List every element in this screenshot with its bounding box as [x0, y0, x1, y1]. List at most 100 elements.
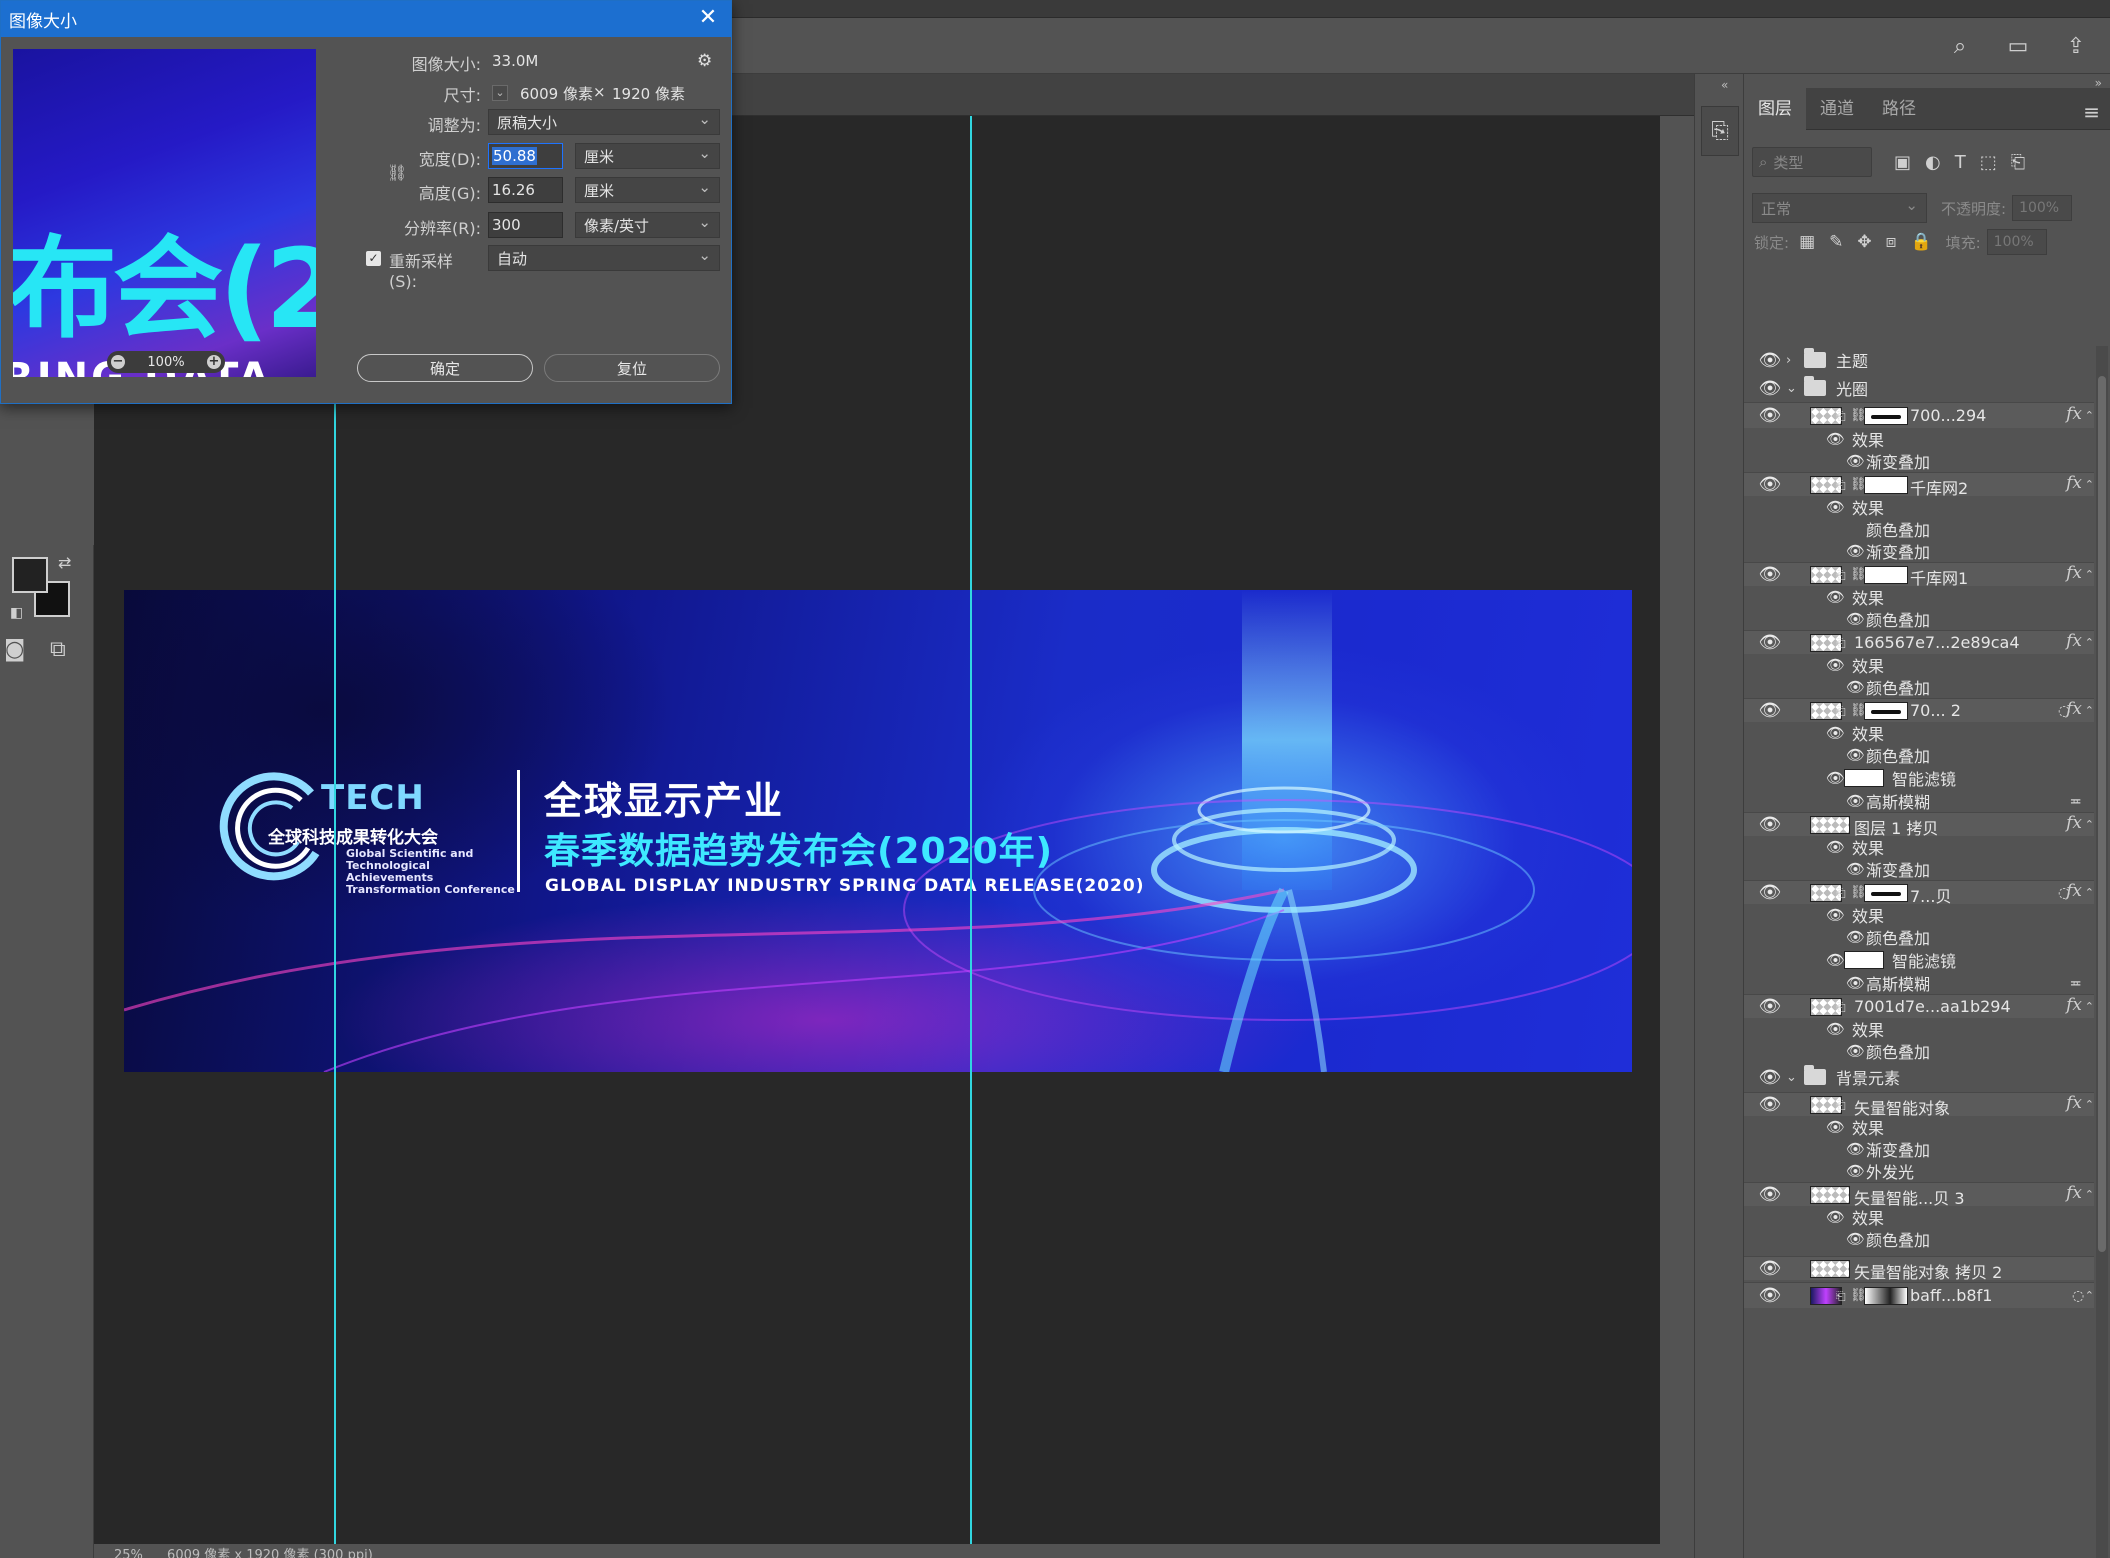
smart-filters-row[interactable]: 👁 智能滤镜	[1744, 766, 2094, 790]
visibility-eye-icon[interactable]: 👁	[1826, 1020, 1845, 1038]
image-filter-icon[interactable]: ▣	[1894, 152, 1911, 173]
swap-colors-icon[interactable]: ⇄	[58, 553, 71, 572]
tab-layers[interactable]: 图层	[1744, 87, 1806, 130]
fx-icon[interactable]: fx	[2066, 813, 2082, 833]
image-preview[interactable]: 布会(2 RING DATA	[13, 49, 316, 377]
collapse-caret-icon[interactable]: ⌃	[2085, 886, 2094, 899]
visibility-eye-icon[interactable]: 👁	[1846, 928, 1865, 946]
status-doc-info[interactable]: 6009 像素 x 1920 像素 (300 ppi)	[167, 1548, 373, 1558]
gear-icon[interactable]: ⚙	[697, 51, 712, 71]
effects-row[interactable]: 👁 效果	[1744, 1116, 2094, 1138]
collapse-chevron-icon[interactable]: ⌄	[1786, 1070, 1797, 1085]
lock-artboard-icon[interactable]: ⧈	[1886, 232, 1897, 252]
share-icon[interactable]: ⇪	[2062, 32, 2090, 60]
expand-chevron-icon[interactable]: ›	[1786, 353, 1791, 368]
quick-mask-icon[interactable]: ◙	[4, 637, 25, 662]
effects-row[interactable]: 👁 效果	[1744, 904, 2094, 926]
layer-list-scrollbar[interactable]	[2096, 346, 2108, 1558]
effect-item[interactable]: 👁 渐变叠加	[1744, 858, 2094, 880]
fx-icon[interactable]: fx	[2066, 881, 2082, 901]
visibility-eye-icon[interactable]: 👁	[1846, 860, 1865, 878]
layer-mask-thumbnail[interactable]	[1864, 407, 1908, 425]
foreground-color[interactable]	[12, 557, 48, 593]
filter-mask-thumbnail[interactable]	[1844, 769, 1884, 787]
layer-group-background[interactable]: 👁 ⌄ 背景元素	[1744, 1062, 2094, 1092]
height-input[interactable]: 16.26	[488, 177, 563, 203]
filter-item[interactable]: 👁 高斯模糊 ≖	[1744, 972, 2094, 994]
dimensions-unit-dropdown[interactable]: ⌄	[492, 85, 508, 101]
guide-line-right[interactable]	[970, 116, 972, 1544]
effects-row[interactable]: 👁 效果	[1744, 836, 2094, 858]
layer-mask-thumbnail[interactable]	[1864, 566, 1908, 584]
visibility-eye-icon[interactable]: 👁	[1826, 724, 1845, 742]
effects-row[interactable]: 👁 效果	[1744, 1018, 2094, 1040]
collapse-caret-icon[interactable]: ⌃	[2085, 704, 2094, 717]
effect-item[interactable]: 👁 颜色叠加	[1744, 926, 2094, 948]
visibility-eye-icon[interactable]: 👁	[1826, 1208, 1845, 1226]
close-icon[interactable]: ✕	[695, 5, 721, 31]
visibility-eye-icon[interactable]: 👁	[1846, 610, 1865, 628]
visibility-eye-icon[interactable]: 👁	[1846, 974, 1865, 992]
tab-paths[interactable]: 路径	[1868, 88, 1930, 130]
collapse-caret-icon[interactable]: ⌃	[2085, 1000, 2094, 1013]
blend-mode-select[interactable]: 正常	[1752, 193, 1927, 223]
layer-row[interactable]: 👁 ⎗ 166567e7...2e89ca4 fx ⌃	[1744, 630, 2094, 654]
filter-options-icon[interactable]: ≖	[2069, 974, 2082, 992]
effect-item[interactable]: 颜色叠加	[1744, 518, 2094, 540]
scrollbar-thumb[interactable]	[2098, 376, 2106, 1252]
visibility-eye-icon[interactable]: 👁	[1758, 1258, 1782, 1279]
layer-filter-select[interactable]: ⌕ 类型	[1752, 147, 1872, 177]
visibility-eye-icon[interactable]: 👁	[1846, 1162, 1865, 1180]
layer-row[interactable]: 👁 ⎗ ⛓ 70... 2 ◌ fx ⌃	[1744, 698, 2094, 722]
panel-menu-icon[interactable]: ≡	[2083, 100, 2100, 124]
collapse-icon[interactable]: «	[1721, 78, 1728, 92]
adjustment-filter-icon[interactable]: ◐	[1925, 152, 1941, 173]
collapse-caret-icon[interactable]: ⌃	[2085, 568, 2094, 581]
layer-mask-thumbnail[interactable]	[1864, 702, 1908, 720]
visibility-eye-icon[interactable]: 👁	[1826, 430, 1845, 448]
visibility-eye-icon[interactable]: 👁	[1758, 564, 1782, 585]
canvas-image[interactable]: TECH 全球科技成果转化大会 Global Scientific and Te…	[124, 590, 1632, 1072]
effects-row[interactable]: 👁 效果	[1744, 496, 2094, 518]
visibility-eye-icon[interactable]: 👁	[1846, 792, 1865, 810]
visibility-eye-icon[interactable]: 👁	[1758, 1285, 1782, 1306]
effect-item[interactable]: 👁 外发光	[1744, 1160, 2094, 1182]
lock-all-icon[interactable]: 🔒	[1910, 232, 1931, 252]
fit-to-select[interactable]: 原稿大小	[488, 109, 720, 135]
ok-button[interactable]: 确定	[357, 354, 533, 382]
type-filter-icon[interactable]: T	[1955, 152, 1966, 173]
effects-row[interactable]: 👁 效果	[1744, 654, 2094, 676]
collapse-chevron-icon[interactable]: ⌄	[1786, 381, 1797, 396]
collapse-caret-icon[interactable]: ⌃	[2085, 636, 2094, 649]
layer-row[interactable]: 👁 ⎗ ⛓ 700...294 fx ⌃	[1744, 402, 2094, 428]
effect-item[interactable]: 👁 颜色叠加	[1744, 1228, 2094, 1250]
smart-filters-row[interactable]: 👁 智能滤镜	[1744, 948, 2094, 972]
layer-row[interactable]: 👁 ⎗ ⛓ 7...贝 ◌ fx ⌃	[1744, 880, 2094, 906]
layer-row[interactable]: 👁 ⎗ ⛓ 千库网1 fx ⌃	[1744, 562, 2094, 588]
visibility-eye-icon[interactable]: 👁	[1758, 1094, 1782, 1115]
reset-button[interactable]: 复位	[544, 354, 720, 382]
resolution-unit-select[interactable]: 像素/英寸	[575, 212, 720, 238]
effect-item[interactable]: 👁 渐变叠加	[1744, 540, 2094, 562]
resample-select[interactable]: 自动	[488, 245, 720, 271]
tab-channels[interactable]: 通道	[1806, 88, 1868, 130]
visibility-eye-icon[interactable]: 👁	[1758, 632, 1782, 653]
fx-icon[interactable]: fx	[2066, 1183, 2082, 1203]
fx-icon[interactable]: fx	[2066, 631, 2082, 651]
filter-mask-thumbnail[interactable]	[1844, 951, 1884, 969]
fx-icon[interactable]: fx	[2066, 995, 2082, 1015]
visibility-eye-icon[interactable]: 👁	[1846, 542, 1865, 560]
layer-row[interactable]: 👁 矢量智能对象 拷贝 2	[1744, 1256, 2094, 1282]
visibility-eye-icon[interactable]: 👁	[1758, 378, 1782, 399]
visibility-eye-icon[interactable]: 👁	[1826, 656, 1845, 674]
filter-options-icon[interactable]: ≖	[2069, 792, 2082, 810]
visibility-eye-icon[interactable]: 👁	[1846, 1230, 1865, 1248]
visibility-eye-icon[interactable]: 👁	[1846, 746, 1865, 764]
visibility-eye-icon[interactable]: 👁	[1758, 700, 1782, 721]
collapse-caret-icon[interactable]: ⌃	[2085, 409, 2094, 422]
resolution-input[interactable]: 300	[488, 212, 563, 238]
lock-image-icon[interactable]: ✎	[1829, 232, 1843, 252]
effect-item[interactable]: 👁 渐变叠加	[1744, 1138, 2094, 1160]
layer-row[interactable]: 👁 ⎗ 矢量智能对象 fx ⌃	[1744, 1092, 2094, 1118]
layer-mask-thumbnail[interactable]	[1864, 884, 1908, 902]
